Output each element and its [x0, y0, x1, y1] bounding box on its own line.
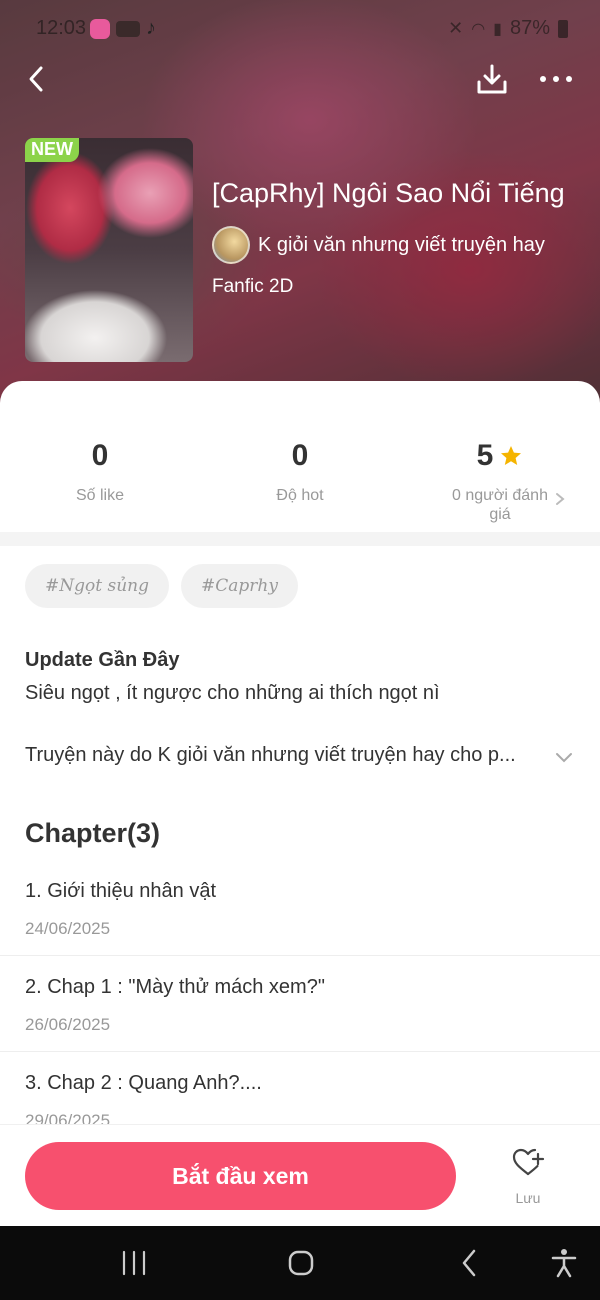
chapter-item[interactable]: 1. Giới thiệu nhân vật 24/06/2025 — [0, 860, 600, 956]
status-notification-icons: ♪ — [90, 17, 156, 40]
system-navigation-bar — [0, 1226, 600, 1300]
chapter-title: 2. Chap 1 : "Mày thử mách xem?" — [25, 976, 325, 998]
likes-value: 0 — [91, 439, 109, 472]
story-cover-image[interactable] — [25, 138, 193, 362]
save-button[interactable]: Lưu — [498, 1147, 558, 1206]
recent-apps-icon[interactable] — [114, 1248, 154, 1278]
chevron-down-icon[interactable] — [554, 750, 574, 764]
mute-icon: ✕ — [448, 18, 464, 38]
rating-value: 5 — [476, 439, 494, 472]
likes-label: Số like — [75, 487, 125, 504]
stat-rating[interactable]: 5 0 người đánh giá — [400, 436, 600, 524]
save-label: Lưu — [515, 1190, 541, 1206]
story-description[interactable]: Truyện này do K giỏi văn nhưng viết truy… — [25, 744, 545, 767]
author-avatar[interactable] — [212, 226, 250, 264]
chapters-heading: Chapter(3) — [25, 818, 161, 848]
hot-value: 0 — [291, 439, 309, 472]
back-nav-icon[interactable] — [450, 1248, 490, 1278]
story-genre: Fanfic 2D — [212, 276, 294, 297]
section-divider — [0, 532, 600, 546]
wifi-icon: ◠ — [471, 20, 486, 38]
tiktok-icon: ♪ — [146, 17, 156, 39]
stats-row: 0 Số like 0 Độ hot 5 0 người đánh giá — [0, 381, 600, 531]
chapter-title: 3. Chap 2 : Quang Anh?.... — [25, 1072, 262, 1094]
rating-label: 0 người đánh giá — [452, 487, 548, 523]
update-text: Siêu ngọt , ít ngược cho những ai thích … — [25, 682, 440, 704]
youtube-icon — [116, 20, 140, 37]
notification-app-icon — [90, 18, 110, 39]
heart-plus-icon — [512, 1148, 545, 1176]
story-detail-card: 0 Số like 0 Độ hot 5 0 người đánh giá #N… — [0, 381, 600, 1226]
home-icon[interactable] — [281, 1248, 321, 1278]
status-right-icons: ✕ ◠ ▮ 87% — [448, 17, 568, 40]
signal-icon: ▮ — [493, 20, 502, 38]
tag-list: #Ngọt sủng #Caprhy — [25, 564, 298, 608]
more-icon[interactable] — [536, 64, 576, 94]
author-row[interactable]: K giỏi văn nhưng viết truyện hay — [212, 226, 545, 264]
chapter-date: 26/06/2025 — [25, 1015, 111, 1034]
top-bar — [0, 58, 600, 102]
hot-label: Độ hot — [276, 487, 324, 504]
chapter-date: 24/06/2025 — [25, 919, 111, 938]
status-time: 12:03 — [36, 17, 87, 39]
bottom-action-bar: Bắt đầu xem Lưu — [0, 1124, 600, 1226]
author-name[interactable]: K giỏi văn nhưng viết truyện hay — [258, 234, 545, 257]
chapter-list: 1. Giới thiệu nhân vật 24/06/2025 2. Cha… — [0, 860, 600, 1148]
back-icon[interactable] — [22, 64, 52, 94]
battery-icon — [558, 19, 568, 38]
stat-hot: 0 Độ hot — [200, 436, 400, 505]
tag-chip[interactable]: #Ngọt sủng — [25, 564, 169, 608]
download-icon[interactable] — [474, 62, 510, 98]
new-badge: NEW — [25, 138, 79, 162]
stat-likes: 0 Số like — [0, 436, 200, 505]
status-bar: 12:03 ♪ ✕ ◠ ▮ 87% — [0, 0, 600, 58]
chapter-item[interactable]: 2. Chap 1 : "Mày thử mách xem?" 26/06/20… — [0, 956, 600, 1052]
start-reading-button[interactable]: Bắt đầu xem — [25, 1142, 456, 1210]
battery-text: 87% — [509, 17, 550, 39]
chapter-title: 1. Giới thiệu nhân vật — [25, 880, 217, 902]
star-icon — [501, 446, 522, 465]
accessibility-icon[interactable] — [544, 1248, 584, 1278]
tag-chip[interactable]: #Caprhy — [180, 564, 298, 608]
update-heading: Update Gần Đây — [25, 649, 180, 671]
chevron-right-icon[interactable] — [554, 491, 566, 507]
story-title: [CapRhy] Ngôi Sao Nổi Tiếng — [212, 178, 565, 208]
